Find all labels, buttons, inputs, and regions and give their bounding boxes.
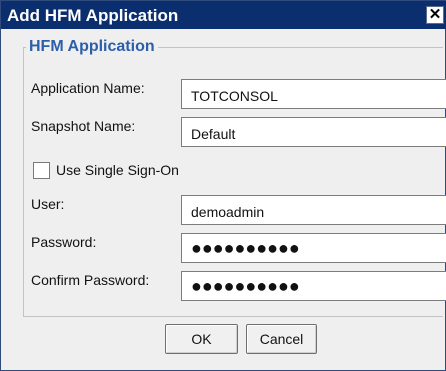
snapshot-name-input[interactable]: Default <box>181 117 446 147</box>
user-label: User: <box>31 196 65 212</box>
password-input[interactable]: ●●●●●●●●●● <box>181 233 446 263</box>
single-sign-on-checkbox[interactable] <box>33 162 50 179</box>
confirm-password-label: Confirm Password: <box>31 272 150 288</box>
ok-button[interactable]: OK <box>165 324 238 354</box>
snapshot-name-label: Snapshot Name: <box>31 118 136 134</box>
user-input[interactable]: demoadmin <box>181 195 446 225</box>
cancel-button[interactable]: Cancel <box>246 324 317 354</box>
single-sign-on-label[interactable]: Use Single Sign-On <box>56 162 179 178</box>
title-bar[interactable]: Add HFM Application ✕ <box>1 1 446 29</box>
application-name-input[interactable]: TOTCONSOL <box>181 79 446 109</box>
dialog-title: Add HFM Application <box>7 6 179 25</box>
confirm-password-input[interactable]: ●●●●●●●●●● <box>181 271 446 301</box>
password-label: Password: <box>31 234 97 250</box>
application-name-label: Application Name: <box>31 80 145 96</box>
add-hfm-application-dialog: Add HFM Application ✕ HFM Application Ap… <box>0 0 446 371</box>
close-icon: ✕ <box>428 6 442 23</box>
close-button[interactable]: ✕ <box>426 6 444 24</box>
group-title: HFM Application <box>26 38 158 56</box>
